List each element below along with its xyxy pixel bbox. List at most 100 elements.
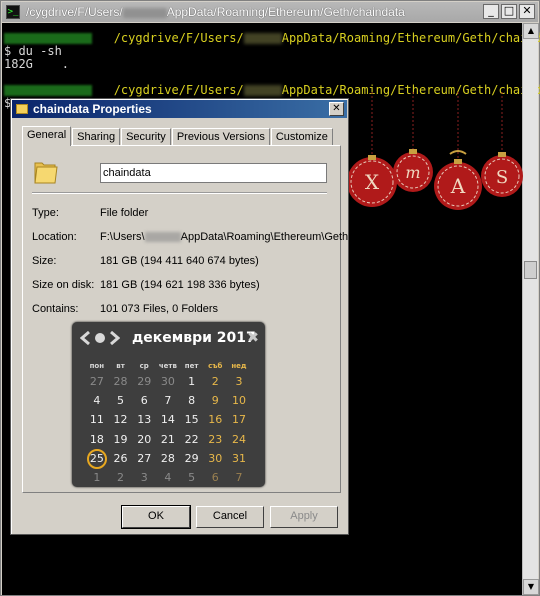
calendar-day[interactable]: 30: [156, 372, 180, 391]
minimize-button[interactable]: _: [483, 4, 499, 19]
type-label: Type:: [32, 207, 59, 219]
scroll-up-arrow-icon[interactable]: ▲: [523, 23, 539, 39]
terminal-line: /cygdrive/F/Users/AppData/Roaming/Ethere…: [4, 32, 540, 45]
calendar-day-number: 25: [86, 448, 107, 469]
tab-customize[interactable]: Customize: [270, 128, 333, 146]
calendar-day-number: 5: [188, 470, 196, 484]
calendar-day[interactable]: 8: [180, 391, 204, 410]
terminal-titlebar[interactable]: >_ /cygdrive/F/Users/AppData/Roaming/Eth…: [2, 2, 538, 22]
tab-security[interactable]: Security: [121, 128, 171, 146]
tab-previous-versions[interactable]: Previous Versions: [171, 128, 270, 146]
calendar-day[interactable]: 29: [180, 449, 204, 468]
calendar-day[interactable]: 22: [180, 430, 204, 449]
calendar-day[interactable]: 7: [227, 468, 251, 487]
calendar-day-number: 3: [235, 375, 243, 388]
calendar-day[interactable]: 19: [109, 430, 133, 449]
calendar-day[interactable]: 23: [203, 430, 227, 449]
window-controls: _ □ ✕: [483, 4, 535, 19]
calendar-day[interactable]: 28: [109, 372, 133, 391]
calendar-day[interactable]: 26: [109, 449, 133, 468]
calendar-day[interactable]: 14: [156, 410, 180, 429]
calendar-day[interactable]: 30: [203, 449, 227, 468]
calendar-day[interactable]: 2: [109, 468, 133, 487]
calendar-day[interactable]: 20: [132, 430, 156, 449]
calendar-day-number: 28: [160, 451, 175, 465]
size-value: 181 GB (194 411 640 674 bytes): [100, 255, 259, 267]
maximize-button[interactable]: □: [501, 4, 517, 19]
calendar-day-number: 2: [211, 375, 219, 388]
ornament-letter: m: [405, 163, 420, 182]
redacted-username: [243, 33, 282, 44]
calendar-day[interactable]: 4: [156, 468, 180, 487]
calendar-day[interactable]: 3: [227, 372, 251, 391]
calendar-day[interactable]: 18: [85, 430, 109, 449]
close-button[interactable]: ✕: [519, 4, 535, 19]
location-value: F:\Users\ AppData\Roaming\Ethereum\Geth: [100, 231, 348, 243]
dialog-title: chaindata Properties: [33, 102, 152, 116]
redacted-username: [243, 85, 282, 96]
calendar-day-number: 7: [235, 470, 243, 484]
calendar-day[interactable]: 13: [132, 410, 156, 429]
calendar-day[interactable]: 21: [156, 430, 180, 449]
calendar-day[interactable]: 5: [180, 468, 204, 487]
calendar-day[interactable]: 4: [85, 391, 109, 410]
ornament-a: A: [434, 92, 482, 210]
ornament-letter: S: [496, 167, 508, 188]
apply-button[interactable]: Apply: [270, 506, 338, 528]
calendar-day[interactable]: 12: [109, 410, 133, 429]
calendar-day-number: 19: [113, 432, 128, 446]
calendar-day-number: 31: [231, 451, 246, 465]
calendar-day-number: 29: [137, 375, 152, 388]
calendar-day-number: 9: [211, 394, 219, 408]
calendar-day[interactable]: 29: [132, 372, 156, 391]
dialog-close-button[interactable]: ✕: [329, 102, 344, 116]
calendar-day-number: 20: [137, 432, 152, 446]
scroll-down-arrow-icon[interactable]: ▼: [523, 579, 539, 595]
calendar-day-number: 3: [140, 470, 148, 484]
size-on-disk-value: 181 GB (194 621 198 336 bytes): [100, 279, 260, 291]
calendar-day-number: 14: [160, 413, 175, 427]
calendar-day[interactable]: 6: [203, 468, 227, 487]
scrollbar-thumb[interactable]: [524, 261, 537, 279]
terminal-line: $ du -sh: [4, 44, 62, 58]
calendar-day[interactable]: 6: [132, 391, 156, 410]
tab-sharing[interactable]: Sharing: [72, 128, 121, 146]
calendar-day[interactable]: 10: [227, 391, 251, 410]
calendar-day[interactable]: 9: [203, 391, 227, 410]
path-text: /cygdrive/F/Users/: [113, 83, 244, 97]
calendar-day[interactable]: 24: [227, 430, 251, 449]
calendar-day[interactable]: 11: [85, 410, 109, 429]
calendar-day[interactable]: 17: [227, 410, 251, 429]
weekday-label: четв: [158, 362, 177, 370]
cancel-button[interactable]: Cancel: [196, 506, 264, 528]
terminal-icon: >_: [6, 5, 20, 19]
calendar-day[interactable]: 7: [156, 391, 180, 410]
calendar-day[interactable]: 27: [85, 372, 109, 391]
location-label: Location:: [32, 231, 77, 243]
folder-name-input[interactable]: chaindata: [100, 163, 327, 183]
dialog-titlebar[interactable]: chaindata Properties ✕: [12, 100, 347, 118]
tab-general[interactable]: General: [22, 126, 72, 146]
ok-button[interactable]: OK: [121, 505, 191, 529]
calendar-day[interactable]: 2: [203, 372, 227, 391]
calendar-day-today[interactable]: 25: [85, 448, 109, 469]
calendar-header: декември 2017 ✖: [72, 322, 265, 353]
calendar-day-number: 17: [231, 413, 246, 427]
calendar-day[interactable]: 1: [85, 468, 109, 487]
contains-label: Contains:: [32, 303, 79, 315]
calendar-day[interactable]: 16: [203, 410, 227, 429]
calendar-day[interactable]: 15: [180, 410, 204, 429]
calendar-day[interactable]: 28: [156, 449, 180, 468]
redacted-prompt: [4, 33, 92, 44]
calendar-day-number: 18: [89, 432, 104, 446]
calendar-day[interactable]: 31: [227, 449, 251, 468]
calendar-day[interactable]: 27: [132, 449, 156, 468]
calendar-close-icon[interactable]: ✖: [247, 330, 259, 346]
calendar-nav-icon[interactable]: [80, 331, 120, 345]
ornament-m: m: [393, 92, 433, 192]
calendar-day[interactable]: 5: [109, 391, 133, 410]
calendar-day[interactable]: 3: [132, 468, 156, 487]
ornament-x: X: [347, 92, 397, 207]
calendar-day[interactable]: 1: [180, 372, 204, 391]
calendar-day-number: 27: [137, 451, 152, 465]
